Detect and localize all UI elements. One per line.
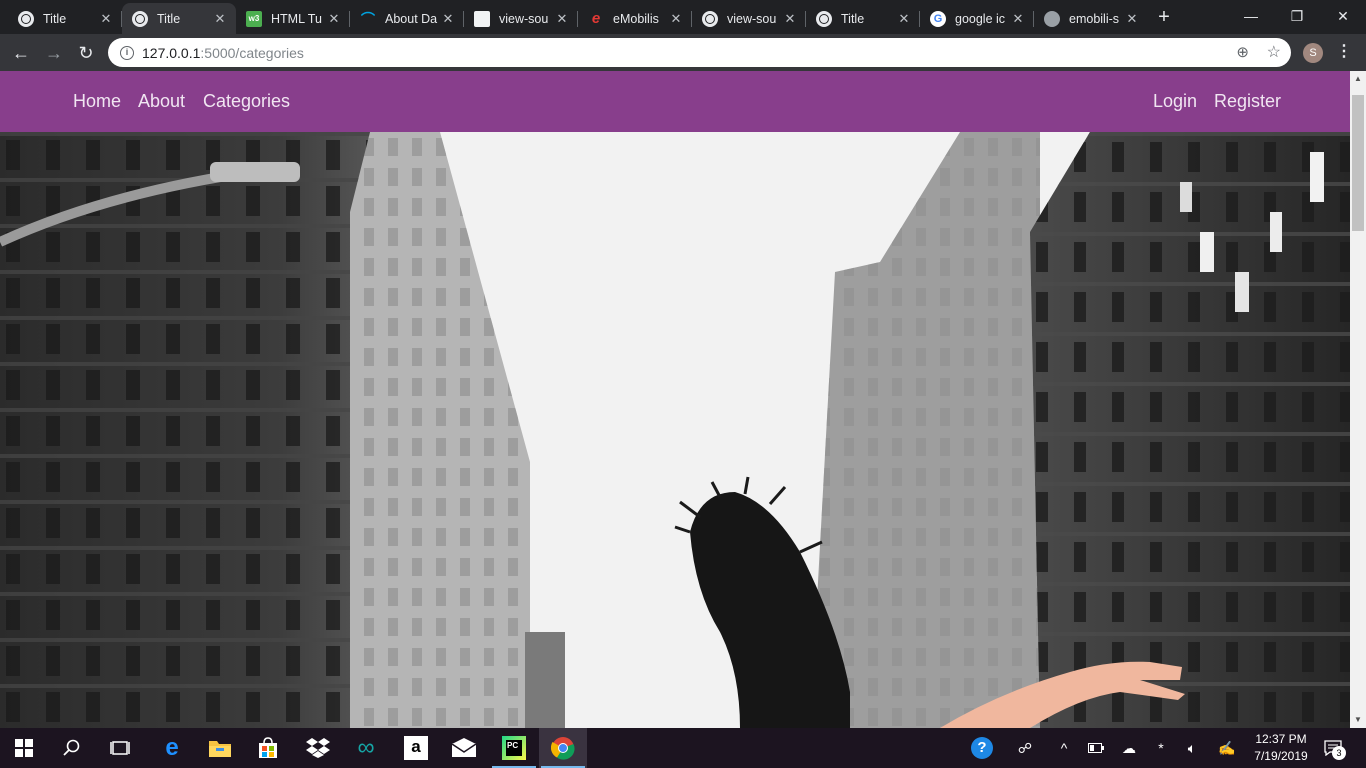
amazon-icon[interactable]: a <box>392 728 440 768</box>
tab[interactable]: ⌒ About Da ✕ <box>350 3 464 34</box>
volume-icon[interactable]: 🔈︎ <box>1180 728 1204 768</box>
notification-count-badge: 3 <box>1332 746 1346 760</box>
globe-icon <box>132 10 148 27</box>
dropbox-icon[interactable] <box>294 728 342 768</box>
tab[interactable]: view-sou ✕ <box>464 3 578 34</box>
new-tab-button[interactable]: + <box>1152 6 1176 28</box>
close-tab-icon[interactable]: ✕ <box>1123 11 1141 27</box>
close-window-icon[interactable]: ✕ <box>1320 0 1366 32</box>
file-explorer-icon[interactable] <box>196 728 244 768</box>
tab-title: Title <box>157 11 181 26</box>
scroll-down-icon[interactable]: ▼ <box>1350 712 1366 728</box>
show-hidden-icons-chevron[interactable]: ^ <box>1052 728 1076 768</box>
close-tab-icon[interactable]: ✕ <box>781 11 799 27</box>
store-icon[interactable] <box>244 728 292 768</box>
tab-active[interactable]: Title ✕ <box>122 3 236 34</box>
arduino-icon[interactable]: ∞ <box>342 728 390 768</box>
hero-image <box>0 132 1350 728</box>
tab-title: google ic <box>955 11 1006 26</box>
site-info-icon[interactable]: i <box>120 45 134 60</box>
chrome-icon[interactable] <box>539 728 587 768</box>
edge-icon[interactable]: e <box>148 728 196 768</box>
scroll-up-icon[interactable]: ▲ <box>1350 71 1366 87</box>
globe-icon <box>1044 10 1060 27</box>
tab-title: view-sou <box>499 11 549 26</box>
site-navbar: Home About Categories Login Register <box>0 71 1350 132</box>
tab-title: HTML Tu <box>271 11 322 26</box>
close-tab-icon[interactable]: ✕ <box>667 11 685 27</box>
tab-title: eMobilis <box>613 11 659 26</box>
clock-date: 7/19/2019 <box>1254 749 1308 763</box>
close-tab-icon[interactable]: ✕ <box>325 11 343 27</box>
close-tab-icon[interactable]: ✕ <box>211 11 229 27</box>
url-host: 127.0.0.1 <box>142 44 201 61</box>
back-icon[interactable]: ← <box>8 40 34 66</box>
clock-time: 12:37 PM <box>1255 732 1307 746</box>
people-icon[interactable]: ☍ <box>1012 728 1038 768</box>
hero-photo <box>0 132 1350 728</box>
page-viewport: Home About Categories Login Register <box>0 71 1350 728</box>
tab[interactable]: w3 HTML Tu ✕ <box>236 3 350 34</box>
forward-icon[interactable]: → <box>41 40 67 66</box>
globe-icon <box>18 10 34 27</box>
help-icon[interactable]: ? <box>966 728 998 768</box>
pen-workspace-icon[interactable]: ✍ <box>1214 728 1240 768</box>
tab-title: view-sou <box>727 11 777 26</box>
google-icon: G <box>930 10 946 27</box>
taskbar-clock[interactable]: 12:37 PM 7/19/2019 <box>1238 731 1324 765</box>
bookmark-star-icon[interactable]: ☆ <box>1267 42 1281 62</box>
close-tab-icon[interactable]: ✕ <box>439 11 457 27</box>
tab-title: Title <box>43 11 67 26</box>
blank-page-icon <box>474 10 490 27</box>
close-tab-icon[interactable]: ✕ <box>553 11 571 27</box>
browser-toolbar: ← → ↻ i 127.0.0.1 :5000/categories ⊕ ☆ S… <box>0 34 1366 71</box>
nav-register-link[interactable]: Register <box>1214 91 1281 112</box>
address-bar[interactable]: i 127.0.0.1 :5000/categories ⊕ ☆ <box>108 38 1291 67</box>
tab-title: Title <box>841 11 865 26</box>
tab-title: emobili-s <box>1069 11 1120 26</box>
datacamp-icon: ⌒ <box>361 10 375 27</box>
tab[interactable]: G google ic ✕ <box>920 3 1034 34</box>
nav-login-link[interactable]: Login <box>1153 91 1197 112</box>
onedrive-icon[interactable]: ☁ <box>1116 728 1142 768</box>
tab[interactable]: view-sou ✕ <box>692 3 806 34</box>
close-tab-icon[interactable]: ✕ <box>1009 11 1027 27</box>
task-view-icon[interactable] <box>96 728 144 768</box>
pycharm-icon[interactable]: PC <box>490 728 538 768</box>
windows-taskbar: e ∞ a PC ? ☍ ^ ☁ * 🔈︎ ✍ 12:37 PM 7/19/20… <box>0 728 1366 768</box>
tab[interactable]: emobili-s ✕ <box>1034 3 1148 34</box>
start-icon[interactable] <box>0 728 48 768</box>
close-tab-icon[interactable]: ✕ <box>895 11 913 27</box>
globe-icon <box>816 10 832 27</box>
nav-home-link[interactable]: Home <box>73 91 121 112</box>
wifi-icon[interactable]: * <box>1148 728 1174 768</box>
restore-icon[interactable]: ❐ <box>1274 0 1320 32</box>
tab[interactable]: Title ✕ <box>8 3 122 34</box>
nav-categories-link[interactable]: Categories <box>203 91 290 112</box>
close-tab-icon[interactable]: ✕ <box>97 11 115 27</box>
search-icon[interactable] <box>48 728 96 768</box>
w3schools-icon: w3 <box>246 10 262 27</box>
menu-icon[interactable]: ⋮ <box>1336 42 1352 62</box>
scrollbar-thumb[interactable] <box>1352 95 1364 231</box>
nav-about-link[interactable]: About <box>138 91 185 112</box>
tab[interactable]: e eMobilis ✕ <box>578 3 692 34</box>
battery-icon[interactable] <box>1084 728 1108 768</box>
profile-avatar[interactable]: S <box>1303 43 1323 63</box>
tab[interactable]: Title ✕ <box>806 3 920 34</box>
browser-tabstrip: Title ✕ Title ✕ w3 HTML Tu ✕ ⌒ About Da … <box>0 0 1366 34</box>
reload-icon[interactable]: ↻ <box>73 40 99 66</box>
url-path: :5000/categories <box>200 44 304 61</box>
emobilis-icon: e <box>591 10 601 27</box>
mail-icon[interactable] <box>440 728 488 768</box>
minimize-icon[interactable]: — <box>1228 0 1274 32</box>
page-scrollbar[interactable]: ▲ ▼ <box>1350 71 1366 728</box>
tab-title: About Da <box>385 11 438 26</box>
globe-icon <box>702 10 718 27</box>
zoom-icon[interactable]: ⊕ <box>1236 43 1249 61</box>
